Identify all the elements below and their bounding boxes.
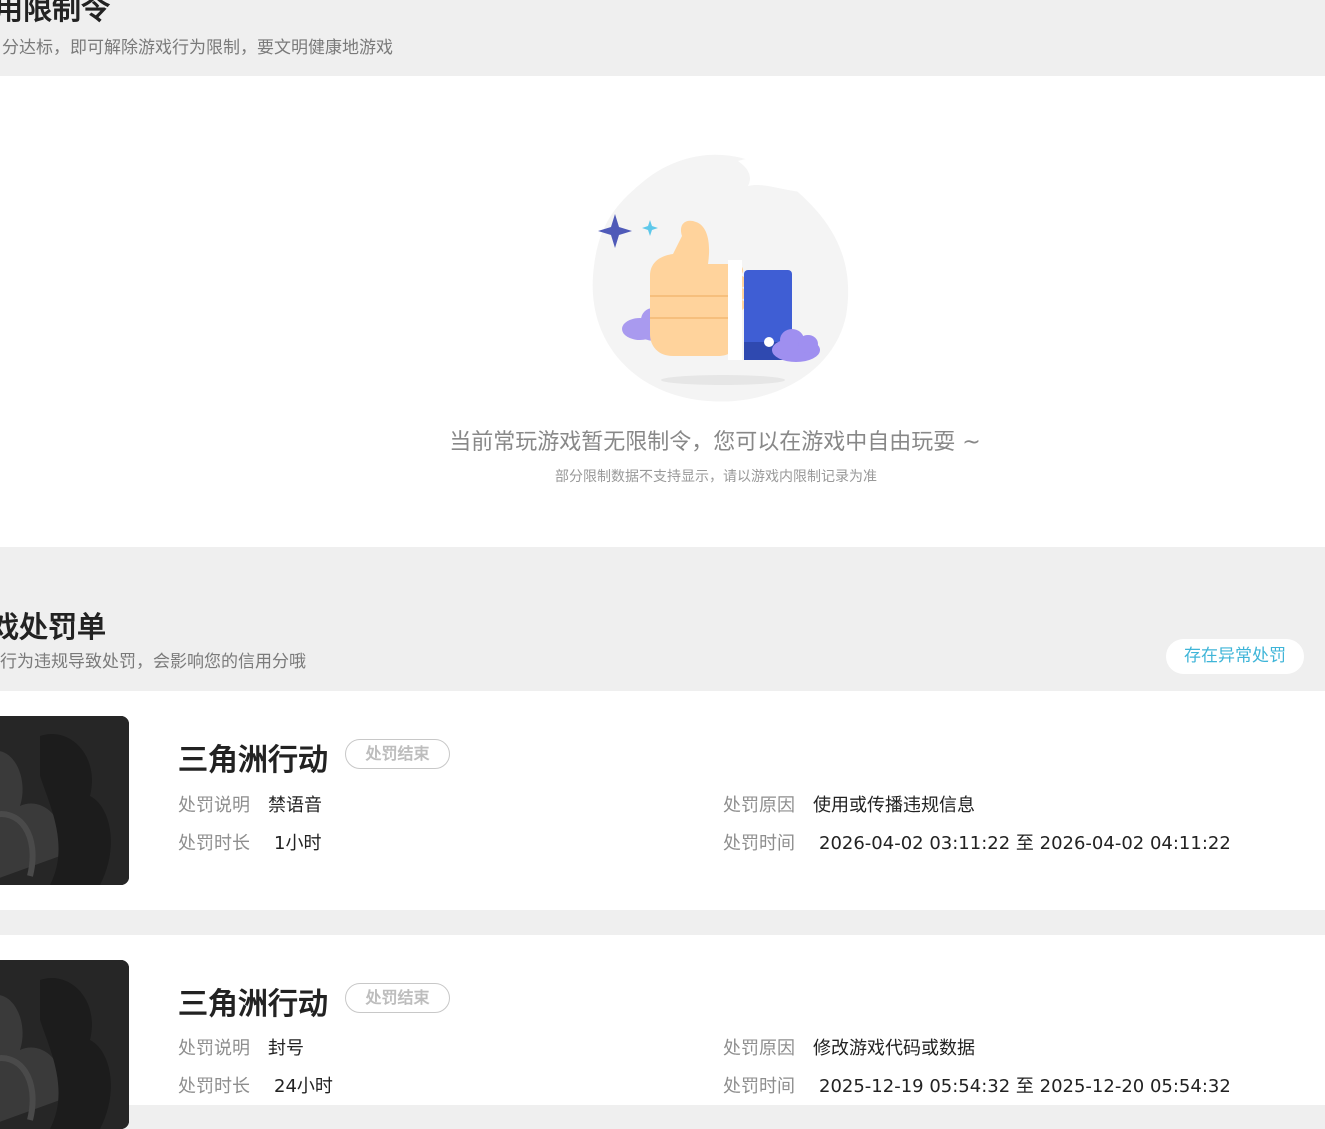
empty-state-message: 当前常玩游戏暂无限制令，您可以在游戏中自由玩耍 ~	[449, 430, 981, 455]
game-thumbnail	[0, 960, 129, 1129]
thumbs-up-icon	[578, 146, 868, 406]
restriction-subtitle: 分达标，即可解除游戏行为限制，要文明健康地游戏	[2, 38, 393, 58]
penalty-reason-value: 修改游戏代码或数据	[813, 1038, 975, 1059]
penalty-desc-value: 禁语音	[268, 795, 322, 816]
penalty-time-value: 2025-12-19 05:54:32 至 2025-12-20 05:54:3…	[819, 1076, 1231, 1097]
game-name: 三角洲行动	[178, 987, 328, 1022]
restriction-section-header: 用限制令 分达标，即可解除游戏行为限制，要文明健康地游戏	[0, 0, 1325, 76]
restriction-title: 用限制令	[0, 0, 111, 26]
penalty-time-label: 处罚时间	[723, 833, 795, 854]
game-name: 三角洲行动	[178, 743, 328, 778]
penalty-card[interactable]: 三角洲行动 处罚结束 处罚说明 禁语音 处罚时长 1小时 处罚原因 使用或传播违…	[0, 691, 1325, 910]
penalty-reason-label: 处罚原因	[723, 795, 795, 816]
status-badge: 处罚结束	[345, 739, 450, 769]
empty-state-note: 部分限制数据不支持显示，请以游戏内限制记录为准	[555, 469, 877, 485]
abnormal-penalty-button[interactable]: 存在异常处罚	[1166, 639, 1304, 674]
restriction-empty-card: 当前常玩游戏暂无限制令，您可以在游戏中自由玩耍 ~ 部分限制数据不支持显示，请以…	[0, 76, 1325, 547]
penalty-time-value: 2026-04-02 03:11:22 至 2026-04-02 04:11:2…	[819, 833, 1231, 854]
penalty-duration-label: 处罚时长	[178, 833, 250, 854]
penalty-desc-value: 封号	[268, 1038, 304, 1059]
penalty-duration-label: 处罚时长	[178, 1076, 250, 1097]
penalty-desc-label: 处罚说明	[178, 795, 250, 816]
penalty-reason-label: 处罚原因	[723, 1038, 795, 1059]
penalty-duration-value: 1小时	[274, 833, 322, 854]
status-badge: 处罚结束	[345, 983, 450, 1013]
penalty-reason-value: 使用或传播违规信息	[813, 795, 975, 816]
penalty-card[interactable]: 三角洲行动 处罚结束 处罚说明 封号 处罚时长 24小时 处罚原因 修改游戏代码…	[0, 935, 1325, 1129]
penalty-time-label: 处罚时间	[723, 1076, 795, 1097]
penalty-duration-value: 24小时	[274, 1076, 333, 1097]
game-thumbnail	[0, 716, 129, 885]
penalty-desc-label: 处罚说明	[178, 1038, 250, 1059]
penalty-subtitle: 行为违规导致处罚，会影响您的信用分哦	[0, 652, 306, 672]
penalty-title: 戏处罚单	[0, 610, 107, 644]
